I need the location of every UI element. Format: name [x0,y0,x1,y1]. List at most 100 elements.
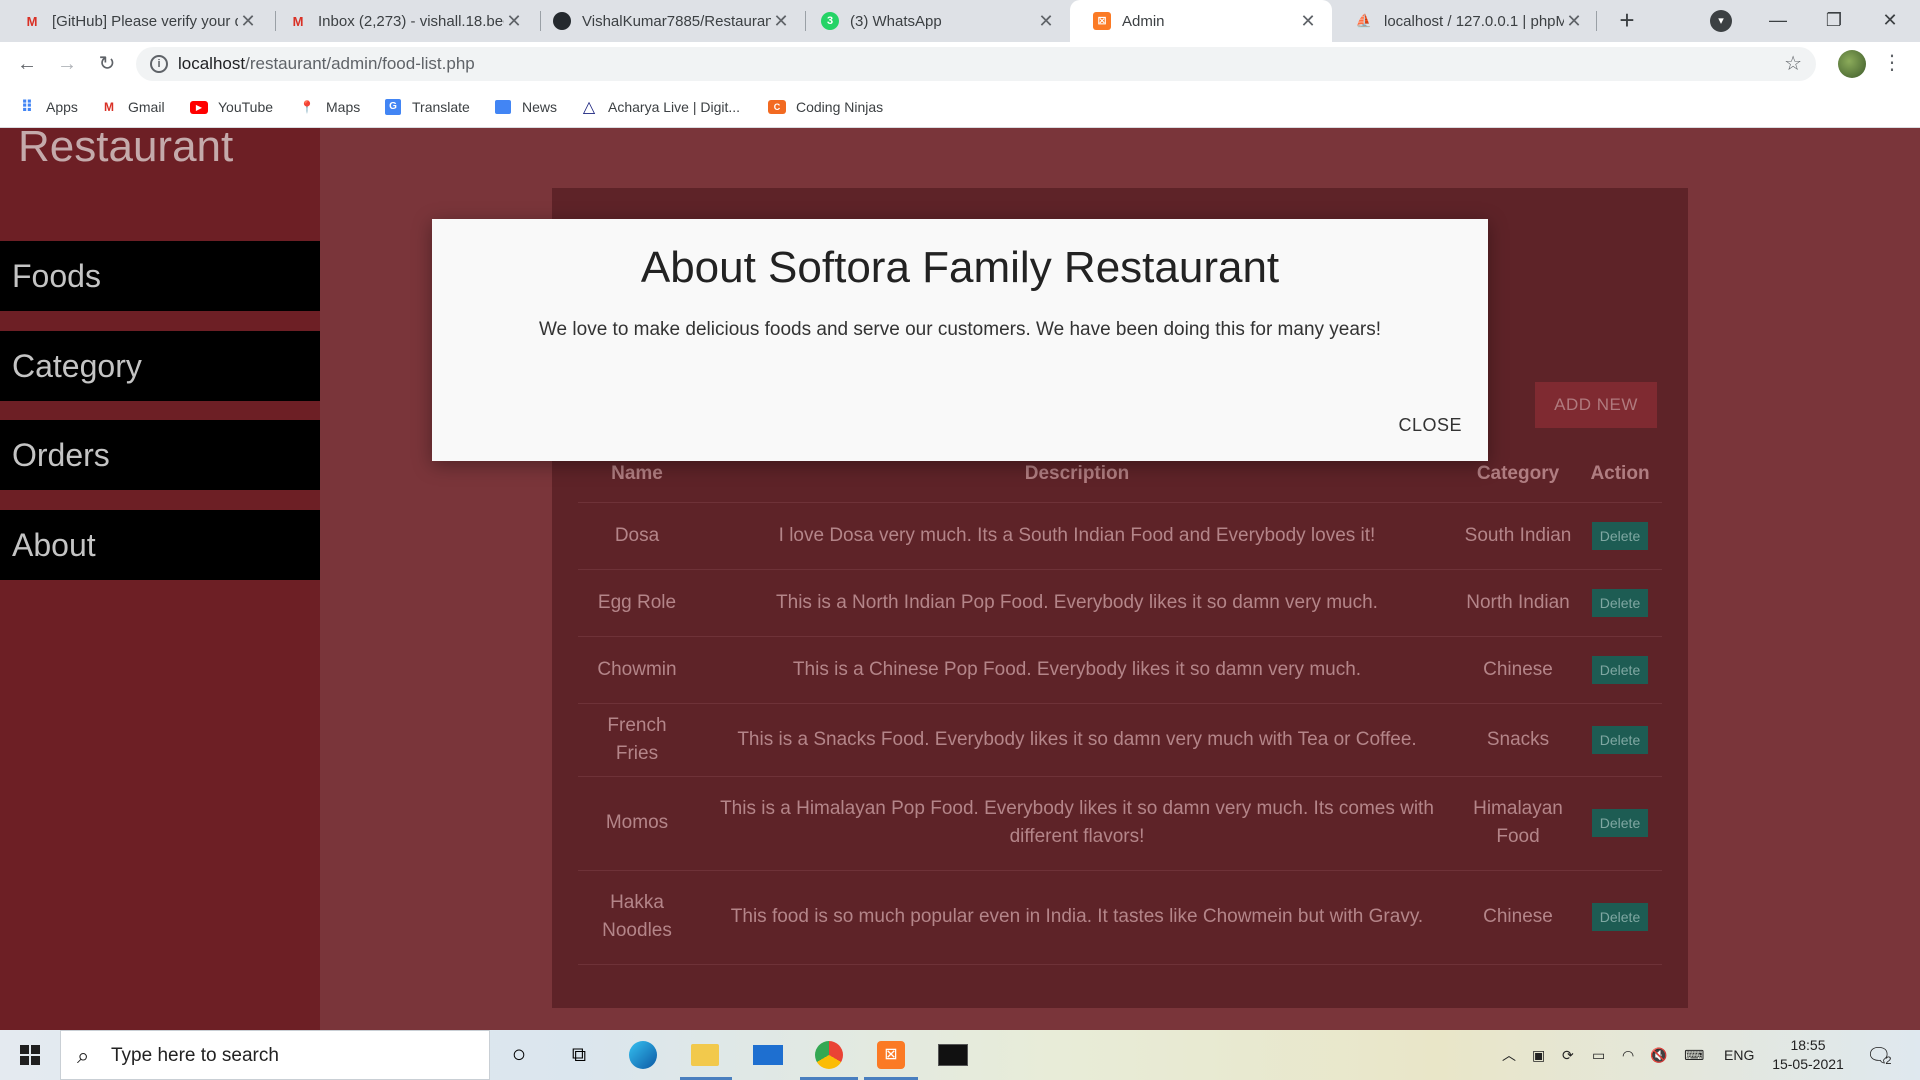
reload-icon[interactable]: ↻ [92,49,122,79]
browser-tab-3[interactable]: VishalKumar7885/Restauran ✕ [530,0,805,42]
chrome-icon[interactable] [812,1038,846,1072]
battery-icon[interactable]: ▭ [1592,1030,1605,1080]
site-info-icon[interactable]: i [150,55,168,73]
search-icon: ⌕ [77,1043,90,1068]
news-icon [494,98,512,116]
tray-meet-icon[interactable]: ▣ [1532,1030,1545,1080]
whatsapp-icon: 3 [820,11,840,31]
food-category: Chinese [1458,870,1578,965]
bookmark-label: YouTube [218,99,274,115]
action-cell: Delete [1578,776,1662,871]
close-tab-icon[interactable]: ✕ [771,11,791,32]
table-row: French Fries This is a Snacks Food. Ever… [578,703,1662,777]
taskbar-search-box[interactable]: ⌕ Type here to search [60,1030,490,1080]
action-cell: Delete [1578,502,1662,570]
bookmark-acharya[interactable]: △ Acharya Live | Digit... [580,96,740,118]
modal-title: About Softora Family Restaurant [640,243,1280,292]
close-tab-icon[interactable]: ✕ [238,11,258,32]
tab-search-icon[interactable]: ▾ [1710,10,1732,32]
food-name: Momos [578,776,696,871]
close-tab-icon[interactable]: ✕ [504,11,524,32]
food-name: Chowmin [578,636,696,704]
food-category: Himalayan Food [1458,776,1578,871]
terminal-icon[interactable] [936,1038,970,1072]
browser-menu-icon[interactable]: ⋮ [1882,49,1902,79]
keyboard-icon[interactable]: ⌨ [1684,1030,1704,1080]
tab-title: [GitHub] Please verify your d [52,12,238,30]
bookmark-translate[interactable]: G Translate [384,96,470,118]
task-view-icon[interactable]: ⧉ [562,1038,596,1072]
bookmarks-bar: ⠿ Apps M Gmail ▶ YouTube 📍 Maps G Transl… [0,86,1920,128]
browser-tab-1[interactable]: M [GitHub] Please verify your d ✕ [0,0,272,42]
bookmark-label: News [522,99,558,115]
modal-close-button[interactable]: CLOSE [1398,415,1462,436]
delete-button[interactable]: Delete [1591,655,1649,684]
sidebar-item-orders[interactable]: Orders [0,420,320,490]
close-tab-icon[interactable]: ✕ [1298,11,1318,32]
delete-button[interactable]: Delete [1591,809,1649,837]
food-description: I love Dosa very much. Its a South India… [696,502,1458,570]
address-url[interactable]: localhost/restaurant/admin/food-list.php [178,54,475,74]
taskbar-clock[interactable]: 18:55 15-05-2021 [1766,1036,1850,1074]
delete-button[interactable]: Delete [1591,521,1649,550]
bookmark-label: Coding Ninjas [796,99,884,115]
action-cell: Delete [1578,870,1662,965]
cortana-icon[interactable]: ○ [502,1038,536,1072]
browser-tab-4[interactable]: 3 (3) WhatsApp ✕ [798,0,1070,42]
start-button[interactable] [0,1030,60,1080]
food-description: This is a Chinese Pop Food. Everybody li… [696,636,1458,704]
file-explorer-icon[interactable] [688,1038,722,1072]
show-hidden-icons[interactable]: ︿ [1502,1030,1516,1080]
tab-title: Inbox (2,273) - vishall.18.bec [318,12,504,30]
maps-pin-icon: 📍 [299,100,315,114]
apps-grid-icon: ⠿ [20,99,34,116]
admin-sidebar: Restaurant Foods Category Orders About [0,128,320,1030]
new-tab-button[interactable]: + [1612,6,1642,36]
browser-tab-5[interactable]: ⊠ Admin ✕ [1070,0,1332,42]
delete-button[interactable]: Delete [1591,903,1649,931]
action-center-icon[interactable]: 🗨 2 [1866,1030,1892,1080]
sidebar-item-about[interactable]: About [0,510,320,580]
mail-icon[interactable] [751,1038,785,1072]
tab-title: Admin [1122,12,1165,30]
xampp-icon: ⊠ [1092,11,1112,31]
restore-icon[interactable]: ❐ [1814,6,1854,34]
address-bar[interactable]: i localhost/restaurant/admin/food-list.p… [136,47,1816,81]
clock-time: 18:55 [1790,1037,1826,1053]
bookmark-apps[interactable]: ⠿ Apps [18,96,78,118]
food-name: Hakka Noodles [578,870,696,965]
food-category: Chinese [1458,636,1578,704]
language-indicator[interactable]: ENG [1724,1030,1754,1080]
tray-sync-icon[interactable]: ⟳ [1562,1030,1574,1080]
bookmark-coding-ninjas[interactable]: C Coding Ninjas [768,96,883,118]
browser-tab-6[interactable]: ⛵ localhost / 127.0.0.1 | phpM ✕ [1332,0,1598,42]
bookmark-youtube[interactable]: ▶ YouTube [190,96,273,118]
bookmark-star-icon[interactable]: ☆ [1784,51,1802,76]
bookmark-gmail[interactable]: M Gmail [100,96,165,118]
edge-icon[interactable] [626,1038,660,1072]
bookmark-news[interactable]: News [494,96,557,118]
bookmark-label: Gmail [128,99,165,115]
close-tab-icon[interactable]: ✕ [1036,11,1056,32]
delete-button[interactable]: Delete [1591,725,1649,754]
sidebar-item-foods[interactable]: Foods [0,241,320,311]
delete-button[interactable]: Delete [1591,588,1649,617]
add-new-button[interactable]: ADD NEW [1535,382,1657,428]
close-tab-icon[interactable]: ✕ [1564,11,1584,32]
food-category: North Indian [1458,569,1578,637]
bookmark-maps[interactable]: 📍 Maps [298,96,361,118]
browser-tab-2[interactable]: M Inbox (2,273) - vishall.18.bec ✕ [266,0,538,42]
volume-muted-icon[interactable]: 🔇 [1650,1030,1667,1080]
minimize-icon[interactable]: — [1758,6,1798,34]
action-cell: Delete [1578,636,1662,704]
window-close-icon[interactable]: ✕ [1870,6,1910,34]
back-arrow-icon[interactable]: ← [12,49,42,79]
profile-avatar[interactable] [1838,50,1866,78]
sidebar-item-category[interactable]: Category [0,331,320,401]
forward-arrow-icon[interactable]: → [52,49,82,79]
wifi-icon[interactable]: ◠ [1622,1030,1634,1080]
food-table: Name Description Category Action Dosa I … [578,446,1662,965]
xampp-icon[interactable]: ⊠ [874,1038,908,1072]
github-icon [552,11,572,31]
tab-title: localhost / 127.0.0.1 | phpM [1384,12,1564,30]
